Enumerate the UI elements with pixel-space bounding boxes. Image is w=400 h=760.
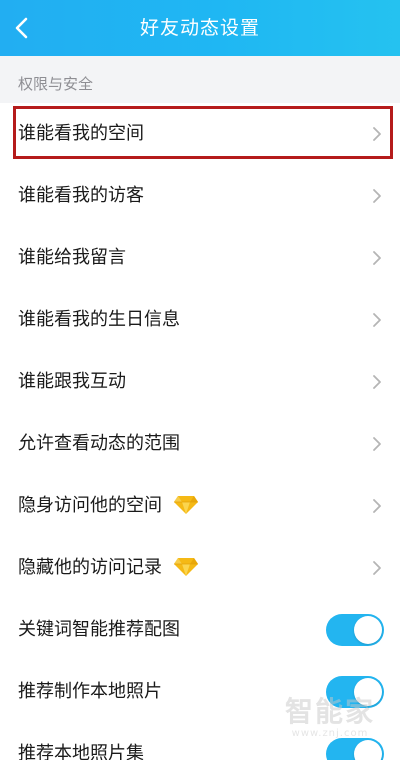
row-recommend-photo-album: 推荐本地照片集 (0, 723, 400, 760)
title-bar: 好友动态设置 (0, 0, 400, 56)
row-label: 谁能跟我互动 (18, 371, 126, 392)
chevron-right-icon (373, 313, 381, 327)
row-recommend-local-photos: 推荐制作本地照片 (0, 661, 400, 723)
row-who-can-interact[interactable]: 谁能跟我互动 (0, 351, 400, 413)
chevron-right-icon (373, 375, 381, 389)
row-allowed-feed-range[interactable]: 允许查看动态的范围 (0, 413, 400, 475)
row-label: 谁能看我的生日信息 (18, 309, 180, 330)
row-who-can-see-my-space[interactable]: 谁能看我的空间 (0, 103, 400, 165)
row-label: 推荐本地照片集 (18, 743, 144, 760)
row-who-can-see-birthday[interactable]: 谁能看我的生日信息 (0, 289, 400, 351)
row-label: 谁能看我的空间 (18, 123, 144, 144)
chevron-right-icon (373, 437, 381, 451)
row-invisible-visit[interactable]: 隐身访问他的空间 (0, 475, 400, 537)
row-hide-visit-record[interactable]: 隐藏他的访问记录 (0, 537, 400, 599)
row-label: 谁能给我留言 (18, 247, 126, 268)
page-title: 好友动态设置 (139, 17, 260, 39)
section-header: 权限与安全 (0, 56, 400, 106)
toggle-switch[interactable] (326, 676, 384, 708)
row-keyword-smart-images: 关键词智能推荐配图 (0, 599, 400, 661)
toggle-switch[interactable] (326, 738, 384, 760)
row-label: 隐身访问他的空间 (18, 495, 162, 516)
diamond-icon (173, 557, 198, 576)
screen: 好友动态设置 权限与安全 谁能看我的空间 谁能看我的访客 谁能给我留言 谁能看我… (0, 0, 400, 760)
row-label: 隐藏他的访问记录 (18, 557, 162, 578)
toggle-switch[interactable] (326, 614, 384, 646)
settings-list: 谁能看我的空间 谁能看我的访客 谁能给我留言 谁能看我的生日信息 谁能跟我互动 … (0, 103, 400, 760)
row-label: 推荐制作本地照片 (18, 681, 162, 702)
row-who-can-leave-messages[interactable]: 谁能给我留言 (0, 227, 400, 289)
chevron-right-icon (373, 499, 381, 513)
section-label: 权限与安全 (18, 75, 94, 93)
toggle-knob (354, 740, 382, 760)
row-who-can-see-my-visitors[interactable]: 谁能看我的访客 (0, 165, 400, 227)
diamond-icon (173, 495, 198, 514)
toggle-knob (354, 678, 382, 706)
row-label: 关键词智能推荐配图 (18, 619, 180, 640)
row-label: 谁能看我的访客 (18, 185, 144, 206)
row-label: 允许查看动态的范围 (18, 433, 180, 454)
toggle-knob (354, 616, 382, 644)
chevron-right-icon (373, 127, 381, 141)
chevron-right-icon (373, 251, 381, 265)
chevron-right-icon (373, 189, 381, 203)
chevron-right-icon (373, 561, 381, 575)
